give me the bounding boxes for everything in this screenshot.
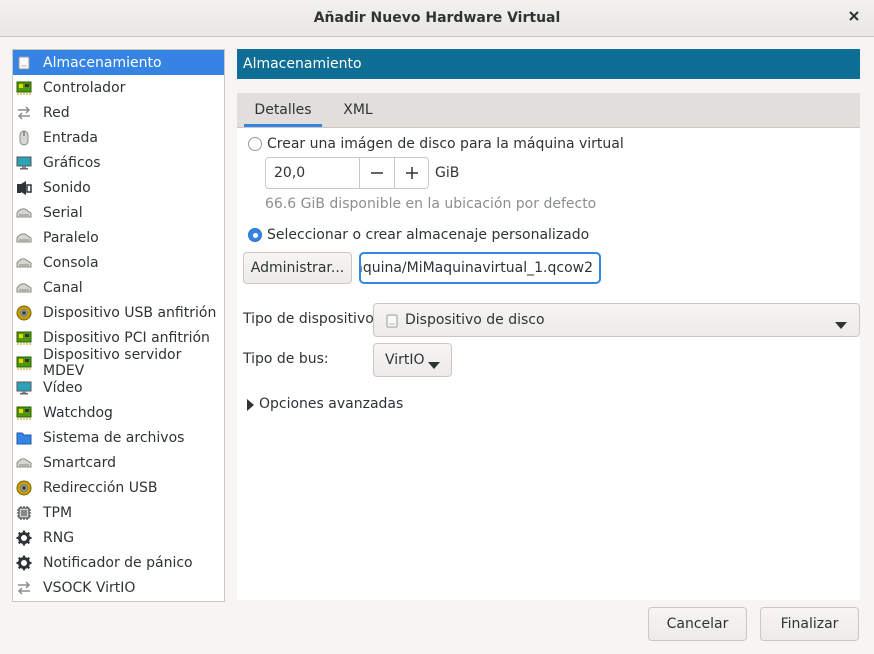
chevron-down-icon: [428, 357, 440, 373]
sidebar-item-label: Vídeo: [43, 379, 83, 396]
bus-type-value: VirtIO: [385, 352, 425, 368]
tab-xml[interactable]: XML: [330, 93, 386, 127]
expander-arrow-icon[interactable]: [247, 399, 254, 415]
sidebar-item-label: Entrada: [43, 129, 99, 146]
sidebar-item-label: VSOCK VirtIO: [43, 579, 136, 596]
finish-button[interactable]: Finalizar: [760, 607, 859, 641]
custom-storage-radio[interactable]: [248, 228, 262, 242]
bus-type-select[interactable]: VirtIO: [373, 343, 452, 377]
sidebar-item-paralelo[interactable]: Paralelo: [13, 225, 224, 250]
sidebar-item-label: Canal: [43, 279, 83, 296]
storage-path-value: aquina/MiMaquinavirtual_1.qcow2: [359, 260, 593, 276]
sidebar-item-label: Redirección USB: [43, 479, 158, 496]
board-icon: [16, 330, 32, 346]
advanced-options-expander[interactable]: Opciones avanzadas: [259, 396, 403, 412]
sidebar-item-tpm[interactable]: TPM: [13, 500, 224, 525]
network-arrows-icon: [16, 580, 32, 596]
sidebar-item-dispositivo-servidor-mdev[interactable]: Dispositivo servidor MDEV: [13, 347, 224, 379]
sidebar-item-almacenamiento[interactable]: Almacenamiento: [13, 50, 224, 75]
device-type-select[interactable]: Dispositivo de disco: [373, 303, 860, 337]
sidebar-item-label: Red: [43, 104, 70, 121]
minus-icon[interactable]: [359, 158, 394, 188]
sidebar-item-label: Paralelo: [43, 229, 99, 246]
hardware-type-list: Almacenamiento Controlador Red Entrada Gráfi…: [12, 49, 225, 602]
port-icon: [16, 255, 32, 271]
port-icon: [16, 455, 32, 471]
monitor-icon: [16, 380, 32, 396]
sidebar-item-label: Dispositivo PCI anfitrión: [43, 329, 210, 346]
plus-icon[interactable]: [394, 158, 429, 188]
port-icon: [16, 280, 32, 296]
folder-icon: [16, 430, 32, 446]
title-bar: Añadir Nuevo Hardware Virtual: [0, 0, 874, 37]
sidebar-item-canal[interactable]: Canal: [13, 275, 224, 300]
sidebar-item-notificador-de-panico[interactable]: Notificador de pánico: [13, 550, 224, 575]
sidebar-item-rng[interactable]: RNG: [13, 525, 224, 550]
sound-icon: [16, 180, 32, 196]
sidebar-item-label: Dispositivo USB anfitrión: [43, 304, 217, 321]
sidebar-item-label: Gráficos: [43, 154, 101, 171]
sidebar-item-vsock-virtio[interactable]: VSOCK VirtIO: [13, 575, 224, 600]
tab-bar: Detalles XML: [237, 93, 860, 128]
sidebar-item-smartcard[interactable]: Smartcard: [13, 450, 224, 475]
sidebar-item-sistema-de-archivos[interactable]: Sistema de archivos: [13, 425, 224, 450]
sidebar-item-label: Almacenamiento: [43, 54, 162, 71]
mouse-icon: [16, 130, 32, 146]
sidebar-item-label: Sonido: [43, 179, 91, 196]
size-unit: GiB: [435, 165, 460, 181]
size-spinbutton[interactable]: 20,0: [265, 157, 429, 189]
monitor-icon: [16, 155, 32, 171]
sidebar-item-controlador[interactable]: Controlador: [13, 75, 224, 100]
custom-storage-label: Seleccionar o crear almacenaje personali…: [267, 227, 590, 243]
sidebar-item-label: TPM: [43, 504, 73, 521]
gear-icon: [16, 530, 32, 546]
create-disk-radio[interactable]: [248, 137, 262, 151]
sidebar-item-consola[interactable]: Consola: [13, 250, 224, 275]
available-space: 66.6 GiB disponible en la ubicación por …: [265, 196, 597, 212]
sidebar-item-label: Notificador de pánico: [43, 554, 193, 571]
sidebar-item-label: Consola: [43, 254, 99, 271]
board-icon: [16, 80, 32, 96]
sidebar-item-label: Dispositivo servidor MDEV: [43, 346, 182, 379]
tab-details[interactable]: Detalles: [244, 93, 322, 127]
sidebar-item-label: Serial: [43, 204, 83, 221]
port-icon: [16, 230, 32, 246]
usb-icon: [16, 305, 32, 321]
board-icon: [16, 355, 32, 371]
size-value: 20,0: [274, 165, 306, 181]
network-arrows-icon: [16, 105, 32, 121]
port-icon: [16, 205, 32, 221]
sidebar-item-graficos[interactable]: Gráficos: [13, 150, 224, 175]
storage-path-input[interactable]: aquina/MiMaquinavirtual_1.qcow2: [359, 252, 601, 284]
sidebar-item-watchdog[interactable]: Watchdog: [13, 400, 224, 425]
sidebar-item-serial[interactable]: Serial: [13, 200, 224, 225]
board-icon: [16, 405, 32, 421]
gear-icon: [16, 555, 32, 571]
section-header: Almacenamiento: [237, 49, 860, 79]
sidebar-item-dispositivo-usb-anfitrion[interactable]: Dispositivo USB anfitrión: [13, 300, 224, 325]
sidebar-item-sonido[interactable]: Sonido: [13, 175, 224, 200]
device-type-value: Dispositivo de disco: [405, 312, 545, 328]
sidebar-item-video[interactable]: Vídeo: [13, 375, 224, 400]
close-icon[interactable]: [844, 8, 864, 28]
usb-icon: [16, 480, 32, 496]
create-disk-label: Crear una imágen de disco para la máquin…: [267, 136, 624, 152]
disk-icon: [386, 314, 398, 332]
sidebar-item-label: RNG: [43, 529, 75, 546]
sidebar-item-entrada[interactable]: Entrada: [13, 125, 224, 150]
device-type-label: Tipo de dispositivo:: [243, 311, 379, 327]
window-title: Añadir Nuevo Hardware Virtual: [313, 10, 561, 26]
chevron-down-icon: [835, 317, 847, 333]
sidebar-item-redireccion-usb[interactable]: Redirección USB: [13, 475, 224, 500]
sidebar-item-label: Watchdog: [43, 404, 113, 421]
sidebar-item-label: Smartcard: [43, 454, 117, 471]
manage-button[interactable]: Administrar...: [243, 252, 352, 284]
disk-icon: [16, 55, 32, 71]
bus-type-label: Tipo de bus:: [243, 351, 329, 367]
sidebar-item-red[interactable]: Red: [13, 100, 224, 125]
chip-icon: [16, 505, 32, 521]
cancel-button[interactable]: Cancelar: [648, 607, 747, 641]
sidebar-item-label: Sistema de archivos: [43, 429, 185, 446]
sidebar-item-label: Controlador: [43, 79, 126, 96]
